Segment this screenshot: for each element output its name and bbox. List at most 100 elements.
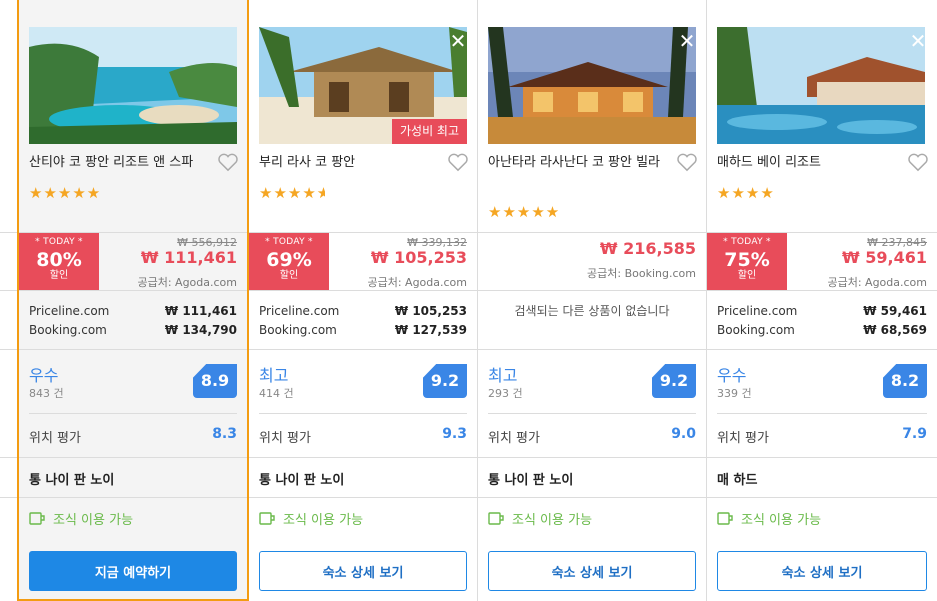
price-box: * TODAY * 75% 할인 ₩ 237,845 ₩ 59,461 공급처:…	[707, 232, 937, 291]
site-price: ₩ 134,790	[164, 323, 237, 337]
review-count: 843 건	[29, 387, 64, 400]
site-name: Priceline.com	[29, 304, 110, 318]
heart-icon[interactable]	[907, 152, 929, 172]
other-prices: Priceline.com ₩ 59,461 Booking.com ₩ 68,56…	[717, 302, 927, 340]
divider	[478, 349, 706, 350]
score-badge: 9.2	[423, 364, 467, 398]
site-price: ₩ 111,461	[164, 304, 237, 318]
coffee-cup-icon	[29, 511, 45, 525]
discount-label: 할인	[49, 270, 69, 281]
other-price-row[interactable]: Booking.com ₩ 134,790	[29, 321, 237, 340]
breakfast-info: 조식 이용 가능	[259, 509, 363, 528]
other-price-row[interactable]: Booking.com ₩ 68,569	[717, 321, 927, 340]
review-count: 414 건	[259, 387, 294, 400]
hotel-name[interactable]: 아난타라 라사난다 코 팡안 빌라	[488, 153, 670, 173]
other-prices: Priceline.com ₩ 105,253 Booking.com ₩ 127,…	[259, 302, 467, 340]
supplier: 공급처: Agoda.com	[827, 276, 927, 289]
heart-icon[interactable]	[447, 152, 469, 172]
score-badge: 9.2	[652, 364, 696, 398]
area-name: 통 나이 판 노이	[29, 473, 115, 488]
review-count: 293 건	[488, 387, 523, 400]
other-price-row[interactable]: Priceline.com ₩ 105,253	[259, 302, 467, 321]
divider	[488, 413, 696, 414]
deal-price[interactable]: ₩ 216,585	[600, 239, 696, 258]
location-label: 위치 평가	[259, 431, 311, 446]
today-label: * TODAY *	[265, 237, 313, 247]
deal-price[interactable]: ₩ 59,461	[842, 248, 927, 267]
hotel-photo[interactable]	[717, 27, 925, 144]
location-score: 9.0	[671, 426, 696, 442]
hotel-photo[interactable]	[488, 27, 696, 144]
half-star-icon: ★	[316, 184, 325, 202]
hotel-card: ✕ 가성비 최고 부리 라사 코 팡안 ★★★★★ * TODAY * 69% …	[249, 0, 478, 601]
breakfast-label: 조식 이용 가능	[53, 513, 134, 528]
supplier: 공급처: Agoda.com	[367, 276, 467, 289]
discount-percent: 80%	[36, 249, 82, 271]
price-box: ₩ 216,585 공급처: Booking.com	[478, 232, 706, 291]
site-name: Priceline.com	[717, 304, 798, 318]
star-rating: ★★★★★	[488, 203, 561, 221]
hotel-name[interactable]: 부리 라사 코 팡안	[259, 153, 441, 173]
site-name: Priceline.com	[259, 304, 340, 318]
today-label: * TODAY *	[723, 237, 771, 247]
coffee-cup-icon	[488, 511, 504, 525]
divider	[707, 497, 937, 498]
review-count: 339 건	[717, 387, 752, 400]
close-icon[interactable]: ✕	[447, 30, 469, 52]
heart-icon[interactable]	[676, 152, 698, 172]
close-icon[interactable]: ✕	[907, 30, 929, 52]
hotel-name[interactable]: 매하드 베이 리조트	[717, 153, 899, 173]
divider	[19, 497, 247, 498]
area-name: 매 하드	[717, 473, 758, 488]
breakfast-label: 조식 이용 가능	[283, 513, 364, 528]
star-rating: ★★★★	[717, 184, 775, 202]
breakfast-info: 조식 이용 가능	[29, 509, 133, 528]
best-value-badge: 가성비 최고	[391, 119, 467, 144]
rating-text: 최고	[488, 366, 518, 385]
divider	[478, 457, 706, 458]
divider	[717, 413, 927, 414]
hotel-name[interactable]: 산티야 코 팡안 리조트 앤 스파	[29, 153, 211, 173]
deal-price[interactable]: ₩ 111,461	[141, 248, 237, 267]
breakfast-label: 조식 이용 가능	[512, 513, 593, 528]
location-label: 위치 평가	[29, 431, 81, 446]
site-name: Booking.com	[29, 323, 107, 337]
no-other-results: 검색되는 다른 상품이 없습니다	[514, 304, 670, 318]
full-stars: ★★★★	[259, 184, 317, 202]
site-name: Booking.com	[259, 323, 337, 337]
other-price-row[interactable]: Priceline.com ₩ 59,461	[717, 302, 927, 321]
score-badge: 8.9	[193, 364, 237, 398]
star-rating: ★★★★★	[29, 184, 102, 202]
discount-percent: 69%	[266, 249, 312, 271]
view-details-button[interactable]: 숙소 상세 보기	[488, 551, 696, 591]
divider	[707, 457, 937, 458]
deal-price[interactable]: ₩ 105,253	[371, 248, 467, 267]
supplier: 공급처: Agoda.com	[137, 276, 237, 289]
view-details-button[interactable]: 숙소 상세 보기	[259, 551, 467, 591]
divider	[19, 349, 247, 350]
coffee-cup-icon	[717, 511, 733, 525]
rating-text: 최고	[259, 366, 289, 385]
hotel-card: ✕ 아난타라 라사난다 코 팡안 빌라 ★★★★★ ₩ 216,585 공급처:…	[478, 0, 707, 601]
discount-percent: 75%	[724, 249, 770, 271]
location-score: 7.9	[902, 426, 927, 442]
divider	[29, 413, 237, 414]
heart-icon[interactable]	[217, 152, 239, 172]
price-box: * TODAY * 80% 할인 ₩ 556,912 ₩ 111,461 공급처…	[19, 232, 247, 291]
rating-text: 우수	[29, 366, 59, 385]
divider	[249, 349, 477, 350]
area-name: 통 나이 판 노이	[259, 473, 345, 488]
book-now-button[interactable]: 지금 예약하기	[29, 551, 237, 591]
other-price-row[interactable]: Priceline.com ₩ 111,461	[29, 302, 237, 321]
supplier: 공급처: Booking.com	[587, 267, 696, 280]
coffee-cup-icon	[259, 511, 275, 525]
close-icon[interactable]: ✕	[676, 30, 698, 52]
site-name: Booking.com	[717, 323, 795, 337]
view-details-button[interactable]: 숙소 상세 보기	[717, 551, 927, 591]
other-price-row[interactable]: Booking.com ₩ 127,539	[259, 321, 467, 340]
area-name: 통 나이 판 노이	[488, 473, 574, 488]
divider	[249, 497, 477, 498]
location-score: 9.3	[442, 426, 467, 442]
hotel-photo[interactable]	[29, 27, 237, 144]
divider	[707, 349, 937, 350]
